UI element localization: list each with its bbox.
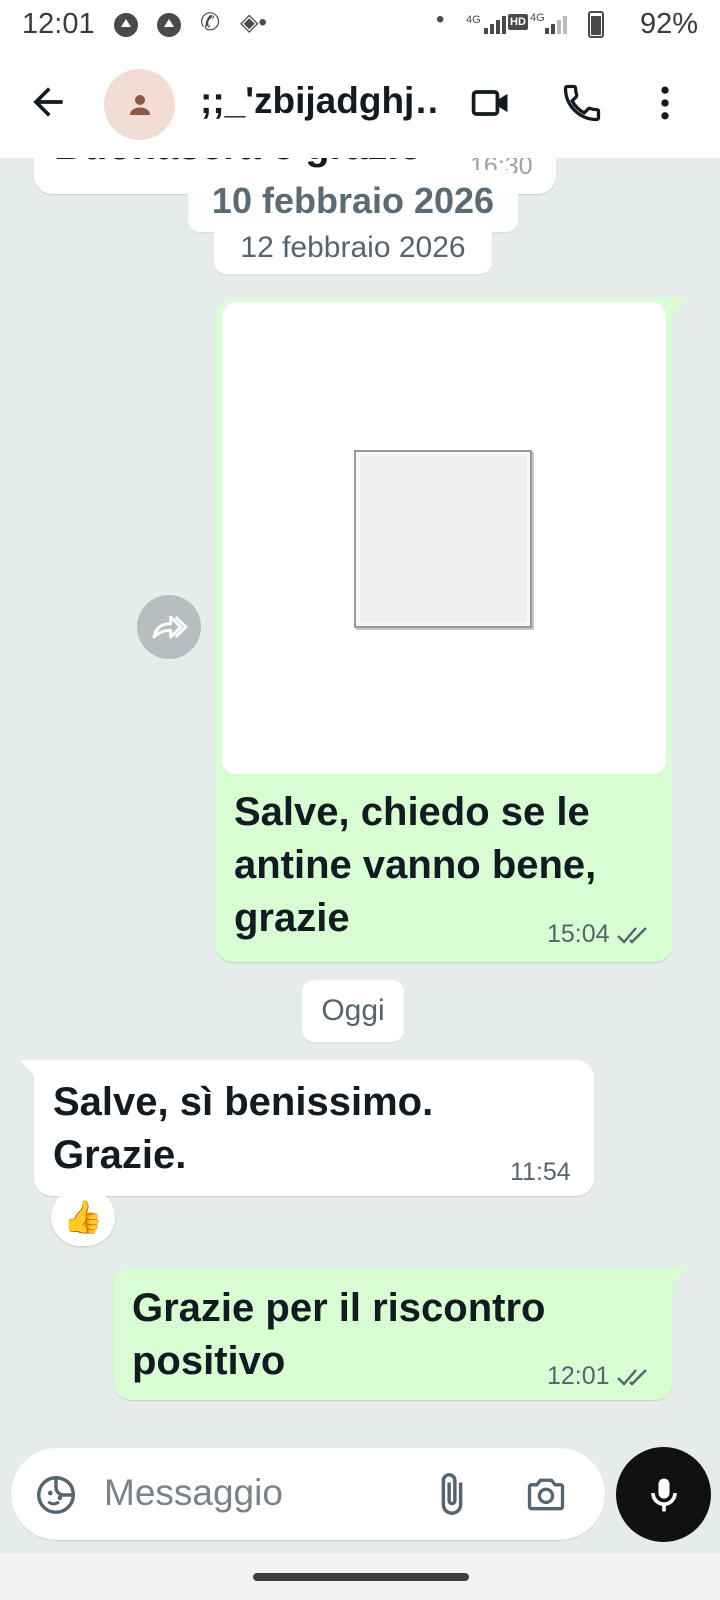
- network-type-label: 4G: [466, 14, 481, 26]
- message-text: Grazie per il riscontro positivo: [132, 1286, 546, 1383]
- read-ticks-icon: [616, 927, 647, 945]
- voice-message-button[interactable]: [616, 1447, 711, 1542]
- message-time: 12:01: [547, 1362, 650, 1391]
- status-bar: 12:01 ✆ ◈• • 4G HD 4G 92%: [0, 0, 720, 50]
- message-outgoing[interactable]: Grazie per il riscontro positivo 12:01: [113, 1268, 687, 1400]
- message-time: 15:04: [547, 920, 650, 949]
- network-type-label: 4G: [530, 12, 545, 24]
- back-arrow-icon[interactable]: [26, 80, 70, 124]
- microphone-icon: [650, 1478, 677, 1511]
- more-vert-icon[interactable]: [640, 78, 690, 128]
- forward-icon[interactable]: [137, 595, 201, 659]
- chat-header: ;;_'zbijadghj…: [0, 50, 720, 158]
- date-separator: Oggi: [302, 980, 404, 1042]
- cast-icon: ◈•: [240, 9, 267, 36]
- date-separator: 12 febbraio 2026: [214, 222, 492, 274]
- notification-icon: [114, 13, 138, 37]
- chat-messages[interactable]: Buonasera e grazie 16:30 10 febbraio 202…: [0, 158, 720, 1433]
- battery-percent: 92%: [639, 8, 698, 40]
- signal-icon: [545, 14, 567, 34]
- message-input[interactable]: Messaggio: [11, 1448, 605, 1540]
- dot-icon: •: [436, 6, 445, 33]
- image-thumbnail: [354, 450, 532, 628]
- bubble-tail: [20, 1060, 36, 1078]
- composer-bar: Messaggio: [0, 1433, 720, 1553]
- message-incoming[interactable]: Salve, sì benissimo. Grazie. 11:54: [20, 1060, 594, 1196]
- message-placeholder: Messaggio: [104, 1472, 283, 1513]
- reaction-thumbs-up[interactable]: 👍: [51, 1188, 115, 1246]
- contact-name[interactable]: ;;_'zbijadghj…: [200, 80, 440, 122]
- read-ticks-icon: [616, 1369, 647, 1387]
- system-nav-bar: [0, 1553, 720, 1600]
- avatar[interactable]: [104, 69, 175, 140]
- bubble-tail: [671, 1268, 687, 1286]
- wifi-call-icon: ✆: [200, 9, 221, 36]
- time-label: 12:01: [547, 1362, 610, 1390]
- message-outgoing-image[interactable]: Salve, chiedo se le antine vanno bene, g…: [215, 298, 687, 962]
- notification-icon: [157, 13, 181, 37]
- message-text: Salve, sì benissimo. Grazie.: [53, 1080, 434, 1177]
- hd-voice-badge: HD: [508, 14, 528, 30]
- message-time: 11:54: [510, 1158, 571, 1186]
- person-icon: [129, 94, 150, 115]
- battery-icon: [588, 11, 604, 38]
- phone-icon[interactable]: [557, 78, 607, 128]
- sticker-icon[interactable]: [33, 1472, 79, 1518]
- camera-icon[interactable]: [523, 1472, 569, 1516]
- time-label: 15:04: [547, 920, 610, 948]
- video-call-icon[interactable]: [466, 78, 516, 128]
- bubble-tail: [671, 298, 687, 316]
- home-gesture-handle[interactable]: [253, 1573, 469, 1581]
- image-attachment[interactable]: [222, 302, 666, 774]
- attach-icon[interactable]: [429, 1470, 475, 1518]
- signal-icon: [484, 14, 506, 34]
- status-time: 12:01: [22, 8, 95, 40]
